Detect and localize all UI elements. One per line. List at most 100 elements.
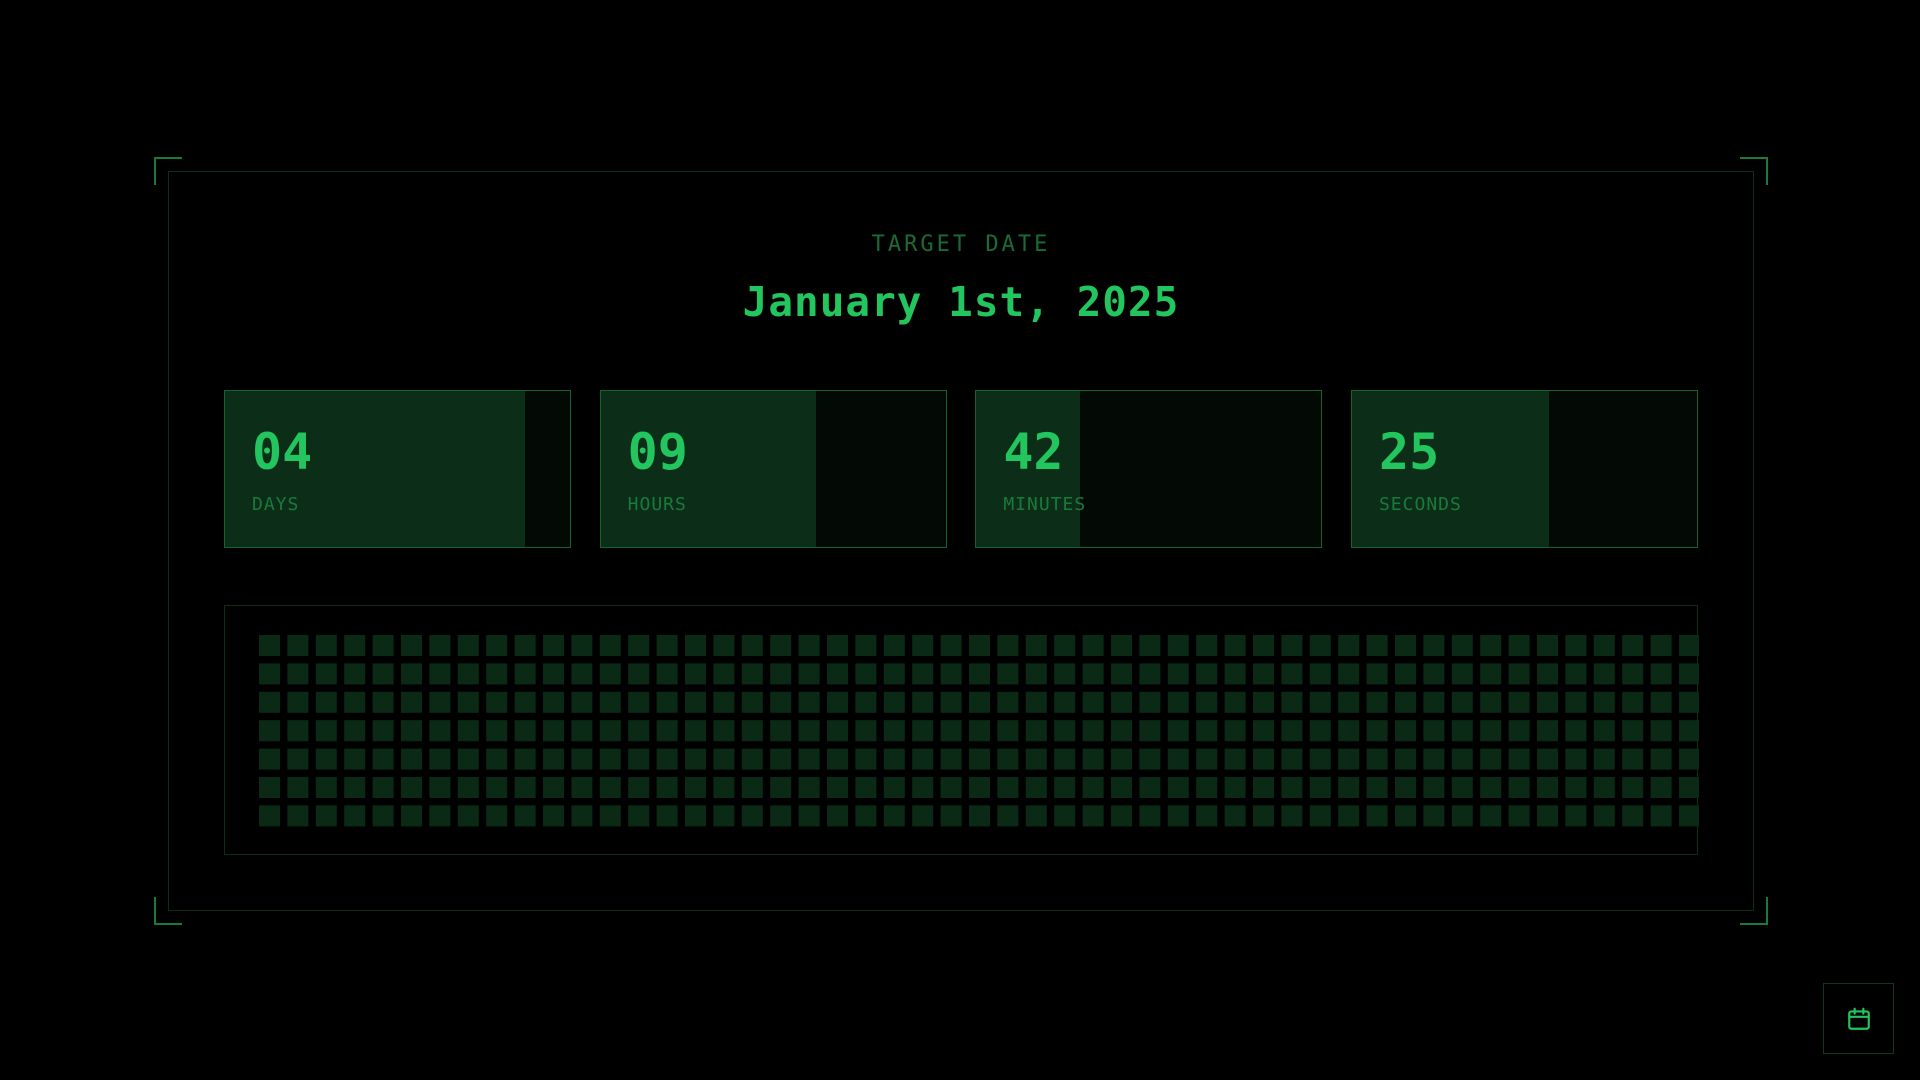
day-cell — [287, 720, 309, 742]
day-cell — [741, 663, 763, 685]
day-cell — [1338, 691, 1360, 713]
day-cell — [1650, 805, 1672, 827]
day-cell — [1537, 805, 1558, 827]
day-cell — [827, 777, 848, 798]
day-cell — [1111, 748, 1132, 770]
day-cell — [969, 635, 990, 656]
day-cell — [1338, 635, 1360, 656]
day-cell — [855, 663, 877, 685]
day-cell — [685, 748, 706, 770]
day-cell — [1451, 635, 1473, 656]
day-cell — [656, 777, 678, 798]
day-cell — [1423, 777, 1445, 798]
day-cell — [1054, 748, 1076, 770]
day-cell — [1423, 635, 1445, 656]
day-cell — [1537, 748, 1558, 770]
day-cell — [1082, 663, 1104, 685]
minutes-value: 42 — [1003, 423, 1064, 481]
day-cell — [1054, 777, 1076, 798]
day-cell — [1395, 691, 1416, 713]
day-cell — [259, 720, 280, 742]
day-cell — [259, 805, 280, 827]
day-cell — [1338, 663, 1360, 685]
day-cell — [798, 805, 820, 827]
day-cell — [1139, 748, 1161, 770]
day-cell — [1451, 663, 1473, 685]
year-day-grid — [224, 605, 1699, 855]
day-cell — [429, 720, 451, 742]
day-cell — [656, 805, 678, 827]
day-cell — [1281, 777, 1303, 798]
day-cell — [543, 748, 564, 770]
day-cell — [599, 635, 621, 656]
target-date-value: January 1st, 2025 — [742, 278, 1180, 326]
day-cell — [401, 720, 422, 742]
day-cell — [1139, 720, 1161, 742]
day-cell — [1309, 805, 1331, 827]
day-cell — [1025, 663, 1047, 685]
day-cell — [287, 663, 309, 685]
day-cell — [599, 691, 621, 713]
day-cell — [628, 635, 650, 656]
day-cell — [1395, 720, 1416, 742]
day-cell — [1111, 805, 1132, 827]
day-cell — [713, 663, 735, 685]
day-cell — [1196, 691, 1218, 713]
day-cell — [1508, 720, 1530, 742]
calendar-button[interactable] — [1823, 983, 1894, 1054]
day-cell — [713, 720, 735, 742]
day-cell — [1082, 635, 1104, 656]
day-cell — [741, 635, 763, 656]
day-cell — [1253, 663, 1274, 685]
day-cell — [685, 777, 706, 798]
day-cell — [1593, 805, 1615, 827]
day-cell — [1338, 748, 1360, 770]
day-cell — [628, 663, 650, 685]
day-cell — [1679, 691, 1699, 713]
day-cell — [940, 777, 962, 798]
day-cell — [287, 691, 309, 713]
day-cell — [1253, 805, 1274, 827]
day-cell — [1593, 777, 1615, 798]
day-cell — [656, 720, 678, 742]
day-cell — [1054, 691, 1076, 713]
day-cell — [969, 777, 990, 798]
day-cell — [1167, 691, 1189, 713]
day-cell — [1309, 777, 1331, 798]
day-cell — [1253, 691, 1274, 713]
day-cell — [997, 635, 1019, 656]
day-cell — [1366, 635, 1388, 656]
day-cell — [344, 748, 366, 770]
day-cell — [1054, 635, 1076, 656]
day-cell — [1111, 635, 1132, 656]
day-cell — [969, 805, 990, 827]
day-cell — [1224, 691, 1246, 713]
day-cell — [315, 635, 337, 656]
day-cell — [798, 691, 820, 713]
day-cell — [1082, 748, 1104, 770]
hours-label: HOURS — [627, 494, 687, 515]
day-cell — [1082, 691, 1104, 713]
day-cell — [344, 663, 366, 685]
day-cell — [599, 663, 621, 685]
day-cell — [1565, 805, 1587, 827]
day-cell — [1025, 805, 1047, 827]
day-cell — [1537, 691, 1558, 713]
day-cell — [1423, 663, 1445, 685]
day-cell — [1366, 777, 1388, 798]
day-cell — [315, 777, 337, 798]
day-cell — [1281, 635, 1303, 656]
day-cell — [1196, 720, 1218, 742]
day-cell — [1565, 635, 1587, 656]
day-cell — [372, 691, 394, 713]
day-cell — [969, 691, 990, 713]
days-value: 04 — [252, 423, 313, 481]
day-cell — [713, 635, 735, 656]
day-cell — [344, 805, 366, 827]
day-cell — [1167, 635, 1189, 656]
minutes-label: MINUTES — [1003, 494, 1087, 515]
day-cell — [628, 720, 650, 742]
day-cell — [1196, 663, 1218, 685]
day-cell — [1167, 720, 1189, 742]
countdown-seconds: 25 SECONDS — [1350, 390, 1698, 548]
